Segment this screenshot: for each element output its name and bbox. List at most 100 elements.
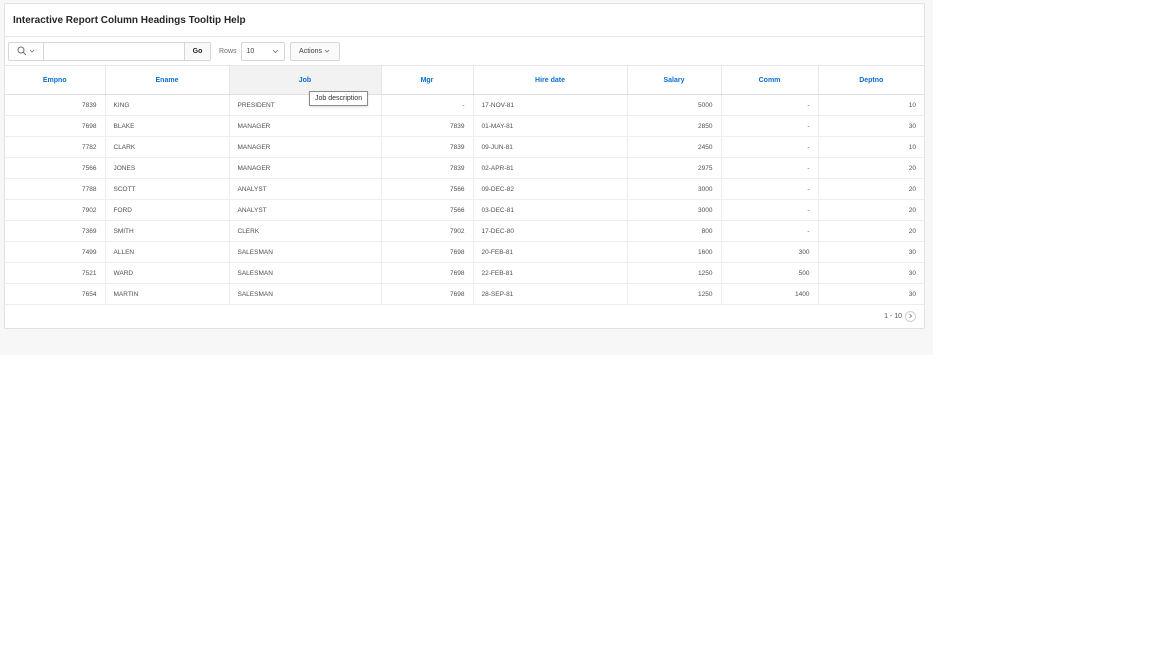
- cell-salary: 3000: [627, 199, 722, 221]
- cell-salary: 2450: [627, 136, 722, 158]
- column-header-mgr[interactable]: Mgr: [381, 66, 474, 95]
- actions-menu-button[interactable]: Actions: [289, 41, 340, 61]
- cell-ename: SCOTT: [105, 178, 230, 200]
- chevron-right-icon: [909, 313, 913, 319]
- cell-empno: 7902: [5, 199, 106, 221]
- search-icon: [17, 46, 27, 56]
- table-row: 7788 SCOTT ANALYST 7566 09-DEC-82 3000-20: [5, 178, 924, 200]
- cell-job: ANALYST: [229, 178, 382, 200]
- pagination-range: 1 - 10: [884, 312, 902, 320]
- column-header-deptno[interactable]: Deptno: [818, 66, 924, 95]
- table-row: 7839 KING PRESIDENT -17-NOV-81 5000-10: [5, 94, 924, 116]
- header-row: Empno Ename Job Mgr Hire date Salary Com…: [5, 66, 924, 95]
- cell-ename: KING: [105, 94, 230, 116]
- table-row: 7521 WARD SALESMAN 7698 22-FEB-81 1250 500 30: [5, 262, 924, 284]
- cell-empno: 7499: [5, 241, 106, 263]
- cell-hire-date: 03-DEC-81: [473, 199, 628, 221]
- cell-job: SALESMAN: [229, 241, 382, 263]
- cell-mgr: 7839: [381, 115, 474, 137]
- cell-job: MANAGER: [229, 157, 382, 179]
- cell-ename: CLARK: [105, 136, 230, 158]
- cell-deptno: 20: [818, 178, 924, 200]
- cell-job: MANAGER: [229, 115, 382, 137]
- cell-comm: -: [721, 220, 819, 242]
- rows-value: 10: [246, 47, 255, 55]
- cell-comm: 1400: [721, 283, 819, 305]
- cell-empno: 7654: [5, 283, 106, 305]
- cell-comm: -: [721, 199, 819, 221]
- region-header: Interactive Report Column Headings Toolt…: [5, 4, 924, 37]
- report-body: 7839 KING PRESIDENT -17-NOV-81 5000-10 7698 BL…: [5, 94, 924, 305]
- column-header-salary[interactable]: Salary: [627, 66, 722, 95]
- column-header-ename[interactable]: Ename: [105, 66, 230, 95]
- rows-per-page-select[interactable]: 10: [240, 41, 285, 61]
- rows-label: Rows: [219, 47, 237, 55]
- table-row: 7654 MARTIN SALESMAN 7698 28-SEP-81 1250 1400 3…: [5, 283, 924, 305]
- cell-job: SALESMAN: [229, 283, 382, 305]
- table-row: 7566 JONES MANAGER 7839 02-APR-81 2975-20: [5, 157, 924, 179]
- cell-deptno: 30: [818, 115, 924, 137]
- cell-ename: BLAKE: [105, 115, 230, 137]
- cell-deptno: 30: [818, 283, 924, 305]
- table-row: 7902 FORD ANALYST 7566 03-DEC-81 3000-20: [5, 199, 924, 221]
- search-column-button[interactable]: [9, 42, 44, 60]
- cell-ename: JONES: [105, 157, 230, 179]
- cell-hire-date: 09-DEC-82: [473, 178, 628, 200]
- actions-label: Actions: [299, 47, 322, 55]
- table-row: 7782 CLARK MANAGER 7839 09-JUN-81 2450-10: [5, 136, 924, 158]
- column-header-comm[interactable]: Comm: [721, 66, 819, 95]
- cell-job: CLERK: [229, 220, 382, 242]
- cell-salary: 1250: [627, 283, 722, 305]
- cell-job: ANALYST: [229, 199, 382, 221]
- table-row: 7369 SMITH CLERK 7902 17-DEC-80 800-20: [5, 220, 924, 242]
- cell-mgr: 7698: [381, 241, 474, 263]
- cell-empno: 7788: [5, 178, 106, 200]
- cell-job: SALESMAN: [229, 262, 382, 284]
- column-header-empno[interactable]: Empno: [5, 66, 106, 95]
- next-page-button[interactable]: [905, 310, 916, 322]
- cell-mgr: 7902: [381, 220, 474, 242]
- cell-salary: 1250: [627, 262, 722, 284]
- cell-hire-date: 17-NOV-81: [473, 94, 628, 116]
- cell-salary: 2850: [627, 115, 722, 137]
- cell-ename: FORD: [105, 199, 230, 221]
- cell-hire-date: 17-DEC-80: [473, 220, 628, 242]
- search-bar: Go: [8, 41, 211, 61]
- cell-mgr: 7566: [381, 178, 474, 200]
- cell-salary: 800: [627, 220, 722, 242]
- cell-mgr: -: [381, 94, 474, 116]
- cell-comm: -: [721, 94, 819, 116]
- interactive-report-region: Interactive Report Column Headings Toolt…: [4, 3, 925, 329]
- cell-comm: -: [721, 178, 819, 200]
- search-input[interactable]: [44, 42, 184, 60]
- cell-hire-date: 09-JUN-81: [473, 136, 628, 158]
- cell-deptno: 30: [818, 262, 924, 284]
- cell-mgr: 7698: [381, 262, 474, 284]
- pagination: 1 - 10: [5, 305, 924, 327]
- cell-deptno: 20: [818, 199, 924, 221]
- chevron-down-icon: [324, 49, 330, 53]
- cell-deptno: 20: [818, 220, 924, 242]
- cell-deptno: 10: [818, 94, 924, 116]
- cell-empno: 7698: [5, 115, 106, 137]
- cell-empno: 7839: [5, 94, 106, 116]
- column-header-tooltip: Job description: [309, 91, 369, 106]
- cell-salary: 5000: [627, 94, 722, 116]
- table-row: 7698 BLAKE MANAGER 7839 01-MAY-81 2850-30: [5, 115, 924, 137]
- column-header-hire-date[interactable]: Hire date: [473, 66, 628, 95]
- cell-hire-date: 28-SEP-81: [473, 283, 628, 305]
- cell-ename: WARD: [105, 262, 230, 284]
- region-title: Interactive Report Column Headings Toolt…: [13, 14, 246, 26]
- cell-deptno: 20: [818, 157, 924, 179]
- cell-hire-date: 22-FEB-81: [473, 262, 628, 284]
- cell-deptno: 10: [818, 136, 924, 158]
- cell-empno: 7369: [5, 220, 106, 242]
- cell-salary: 1600: [627, 241, 722, 263]
- cell-mgr: 7839: [381, 136, 474, 158]
- cell-deptno: 30: [818, 241, 924, 263]
- report-toolbar: Go Rows 10 Actions: [5, 37, 924, 66]
- cell-comm: -: [721, 157, 819, 179]
- cell-job: MANAGER: [229, 136, 382, 158]
- go-button[interactable]: Go: [184, 42, 210, 60]
- cell-mgr: 7566: [381, 199, 474, 221]
